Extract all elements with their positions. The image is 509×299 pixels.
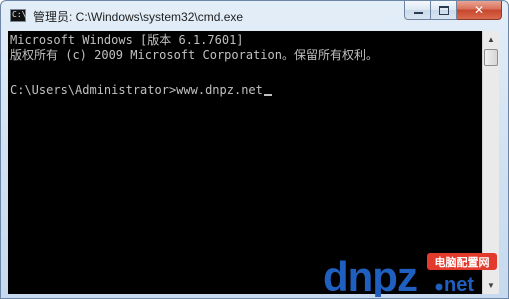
svg-text:电脑配置网: 电脑配置网 — [435, 255, 490, 269]
maximize-button[interactable] — [431, 1, 457, 20]
text-cursor — [263, 94, 272, 96]
close-icon: ✕ — [473, 3, 485, 17]
console-prompt-text: C:\Users\Administrator>www.dnpz.net — [10, 83, 263, 97]
title-bar[interactable]: C:\ 管理员: C:\Windows\system32\cmd.exe ✕ — [1, 1, 508, 31]
cmd-window: C:\ 管理员: C:\Windows\system32\cmd.exe ✕ M… — [0, 0, 509, 299]
close-button[interactable]: ✕ — [457, 1, 502, 20]
caption-buttons: ✕ — [404, 1, 502, 20]
minimize-icon — [414, 12, 423, 14]
console-prompt-line[interactable]: C:\Users\Administrator>www.dnpz.net — [10, 83, 272, 97]
svg-text:dnpz: dnpz — [323, 253, 417, 297]
console-line-copyright: 版权所有 (c) 2009 Microsoft Corporation。保留所有… — [10, 48, 378, 62]
console-line-version: Microsoft Windows [版本 6.1.7601] — [10, 33, 244, 47]
scroll-thumb[interactable] — [484, 49, 498, 66]
scroll-up-arrow-icon[interactable]: ▲ — [483, 31, 499, 48]
console-icon[interactable]: C:\ — [10, 9, 26, 22]
window-title: 管理员: C:\Windows\system32\cmd.exe — [33, 10, 244, 24]
minimize-button[interactable] — [404, 1, 431, 20]
console-icon-glyph: C:\ — [12, 10, 27, 19]
maximize-icon — [439, 6, 449, 15]
dnpz-watermark-logo: dnpz net 电脑配置网 — [323, 253, 497, 297]
svg-text:net: net — [444, 274, 474, 296]
